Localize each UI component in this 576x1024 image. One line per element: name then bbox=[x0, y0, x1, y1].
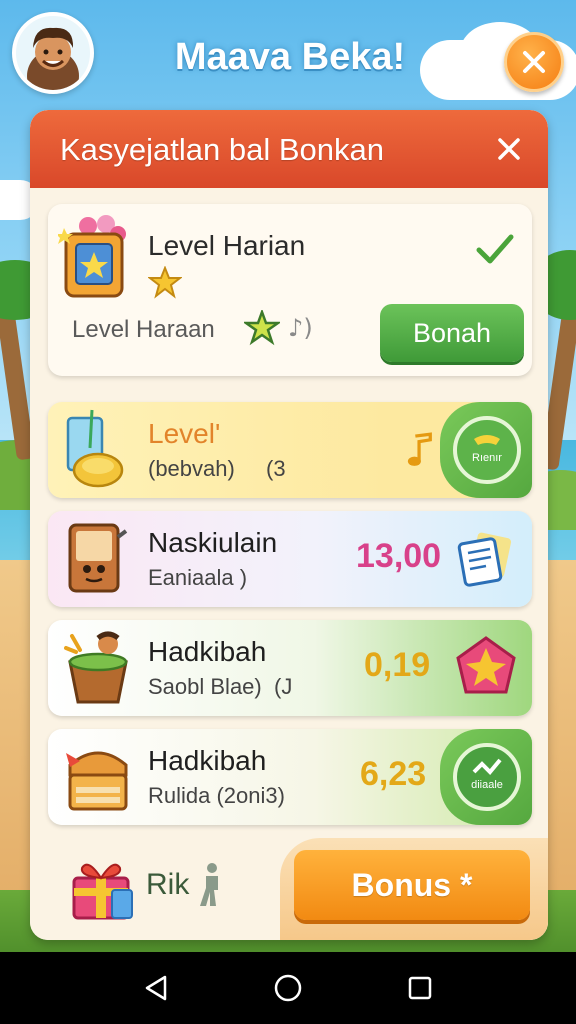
music-note-icon bbox=[407, 432, 432, 466]
row-subtitle: (bebvah) bbox=[148, 456, 235, 481]
row-value: 6,23 bbox=[360, 755, 427, 793]
home-circle-icon bbox=[274, 974, 302, 1002]
row-badge-label: diiaale bbox=[471, 779, 503, 791]
bonus-label: Rik bbox=[146, 868, 190, 901]
row-subtitle: Rulida (2oni3) bbox=[148, 783, 285, 808]
row-title: Hadkibah bbox=[148, 636, 267, 667]
person-icon bbox=[200, 863, 218, 906]
header-title: Maava Beka! bbox=[174, 36, 406, 78]
recents-square-icon bbox=[408, 976, 432, 1000]
row-value: 0,19 bbox=[364, 646, 431, 684]
row-title: Hadkibah bbox=[148, 745, 267, 776]
row-subtitle: Saobl Blae) bbox=[148, 674, 262, 699]
daily-level-card: Level Harian Level Haraan ♪) Bonah bbox=[48, 204, 532, 376]
star-icon bbox=[148, 266, 182, 299]
row-subtitle: Eaniaala ) bbox=[148, 565, 248, 590]
reward-row[interactable]: Hadkibah Rulida (2oni3) 6,23 diiaale bbox=[48, 729, 532, 825]
reward-panel: Kasyejatlan bal Bonkan Level Harian Leve… bbox=[30, 110, 548, 940]
row-badge-label: Rıenır bbox=[472, 452, 502, 464]
daily-title: Level Harian bbox=[148, 230, 306, 261]
avatar[interactable] bbox=[12, 12, 94, 94]
toy-box-icon bbox=[58, 215, 126, 298]
back-triangle-icon bbox=[145, 975, 167, 1001]
notebook-icon bbox=[68, 523, 128, 593]
header-close-button[interactable] bbox=[504, 32, 564, 92]
avatar-face-icon bbox=[27, 27, 79, 90]
drink-glass-coin-icon bbox=[66, 409, 124, 488]
daily-note: ♪) bbox=[288, 314, 313, 342]
daily-claim-button[interactable]: Bonah bbox=[380, 304, 524, 362]
panel-title: Kasyejatlan bal Bonkan bbox=[60, 132, 385, 167]
row-title: Naskiulain bbox=[148, 527, 278, 558]
daily-subtitle: Level Haraan bbox=[72, 316, 215, 343]
bonus-button[interactable]: Bonus * bbox=[294, 850, 530, 920]
row-title: Level' bbox=[148, 418, 221, 449]
treasure-chest-icon bbox=[66, 751, 128, 811]
reward-row[interactable]: Hadkibah Saobl Blae) (J 0,19 bbox=[48, 620, 532, 716]
nav-home-button[interactable] bbox=[268, 968, 308, 1008]
system-navigation-bar bbox=[0, 952, 576, 1024]
nav-back-button[interactable] bbox=[136, 968, 176, 1008]
checkmark-icon bbox=[476, 234, 514, 264]
row-extra: (J bbox=[274, 674, 293, 699]
bucket-icon bbox=[64, 631, 128, 704]
row-value: 13,00 bbox=[356, 537, 442, 575]
close-icon bbox=[498, 138, 520, 160]
star-icon bbox=[244, 310, 280, 346]
bonus-strip: Rik Bonus * bbox=[30, 838, 548, 940]
reward-row[interactable]: Level' (bebvah) (3 Rıenır bbox=[48, 402, 532, 498]
panel-close-button[interactable] bbox=[492, 132, 526, 166]
nav-recents-button[interactable] bbox=[400, 968, 440, 1008]
reward-badge-icon bbox=[453, 416, 521, 484]
gem-icon bbox=[456, 636, 516, 694]
row-extra: (3 bbox=[266, 456, 286, 481]
gift-icon bbox=[72, 863, 133, 920]
close-icon bbox=[523, 51, 545, 73]
reward-row[interactable]: Naskiulain Eaniaala ) 13,00 bbox=[48, 511, 532, 607]
reward-badge-icon bbox=[453, 743, 521, 811]
document-icon bbox=[457, 532, 512, 587]
